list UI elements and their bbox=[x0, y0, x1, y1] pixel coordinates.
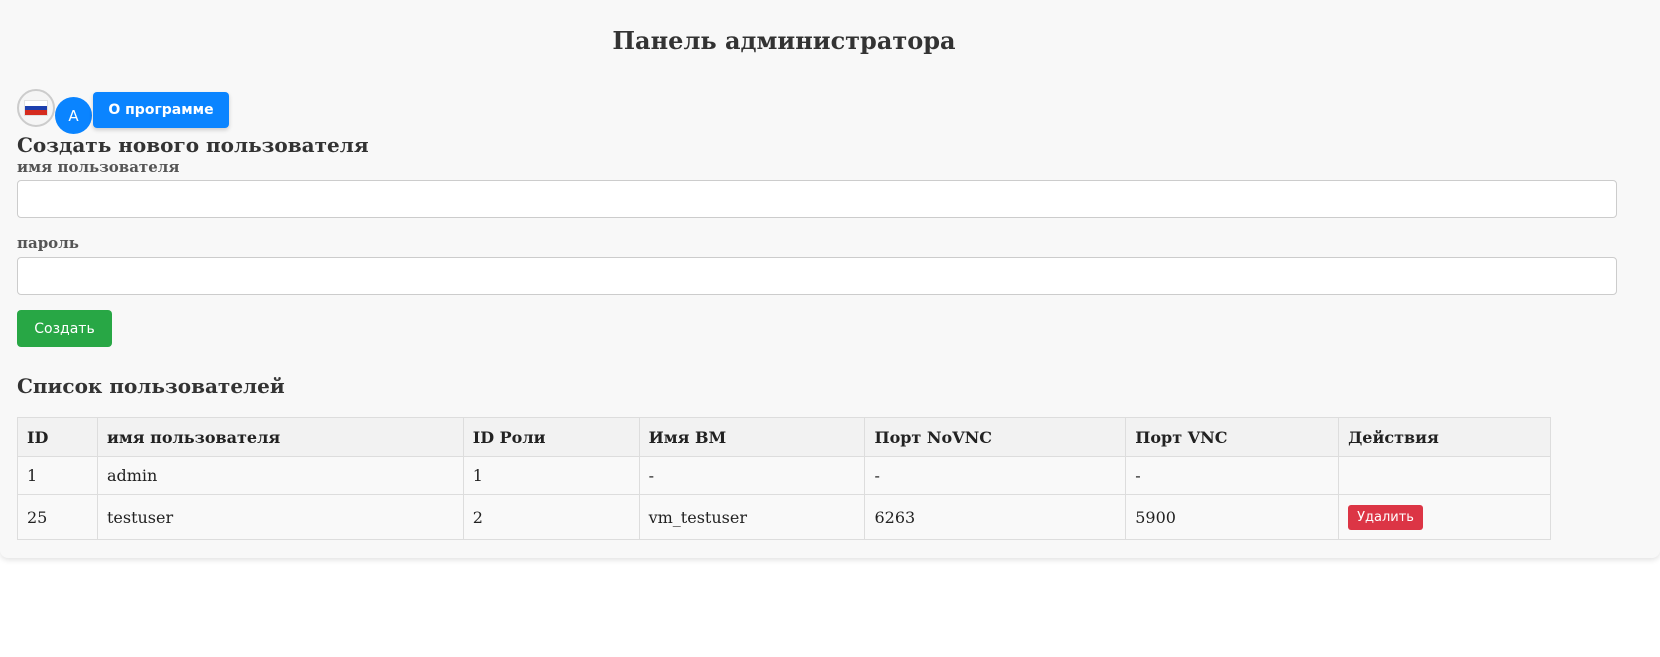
cell-id: 1 bbox=[17, 456, 98, 495]
cell-vnc-port: - bbox=[1125, 456, 1340, 495]
table-row: 25 testuser 2 vm_testuser 6263 5900 Удал… bbox=[17, 494, 1551, 540]
cell-id: 25 bbox=[17, 494, 98, 540]
column-header-username: имя пользователя bbox=[96, 417, 464, 457]
cell-username: admin bbox=[96, 456, 464, 495]
username-input[interactable] bbox=[17, 180, 1617, 218]
users-table: ID имя пользователя ID Роли Имя ВМ Порт … bbox=[17, 417, 1551, 540]
cell-vm-name: - bbox=[638, 456, 866, 495]
create-button[interactable]: Создать bbox=[17, 310, 112, 347]
table-header-row: ID имя пользователя ID Роли Имя ВМ Порт … bbox=[17, 417, 1551, 457]
column-header-vm-name: Имя ВМ bbox=[638, 417, 866, 457]
avatar[interactable]: A bbox=[55, 97, 92, 134]
about-button[interactable]: О программе bbox=[93, 92, 229, 128]
cell-actions: Удалить bbox=[1338, 494, 1551, 540]
column-header-novnc-port: Порт NoVNC bbox=[864, 417, 1127, 457]
column-header-role-id: ID Роли bbox=[462, 417, 640, 457]
admin-panel: Панель администратора A О программе Созд… bbox=[0, 0, 1660, 558]
username-label: имя пользователя bbox=[17, 158, 180, 176]
russia-flag-icon bbox=[25, 101, 47, 116]
table-row: 1 admin 1 - - - bbox=[17, 456, 1551, 495]
password-label: пароль bbox=[17, 234, 79, 252]
cell-novnc-port: 6263 bbox=[864, 494, 1127, 540]
cell-vm-name: vm_testuser bbox=[638, 494, 866, 540]
delete-button[interactable]: Удалить bbox=[1348, 504, 1423, 530]
create-user-title: Создать нового пользователя bbox=[17, 133, 369, 157]
cell-actions bbox=[1338, 456, 1551, 495]
language-switcher[interactable] bbox=[17, 89, 55, 127]
cell-novnc-port: - bbox=[864, 456, 1127, 495]
cell-role-id: 1 bbox=[462, 456, 640, 495]
users-list-title: Список пользователей bbox=[17, 374, 285, 398]
cell-vnc-port: 5900 bbox=[1125, 494, 1340, 540]
column-header-vnc-port: Порт VNC bbox=[1125, 417, 1340, 457]
password-input[interactable] bbox=[17, 257, 1617, 295]
column-header-id: ID bbox=[17, 417, 98, 457]
cell-username: testuser bbox=[96, 494, 464, 540]
cell-role-id: 2 bbox=[462, 494, 640, 540]
page-title: Панель администратора bbox=[612, 26, 956, 55]
column-header-actions: Действия bbox=[1338, 417, 1551, 457]
